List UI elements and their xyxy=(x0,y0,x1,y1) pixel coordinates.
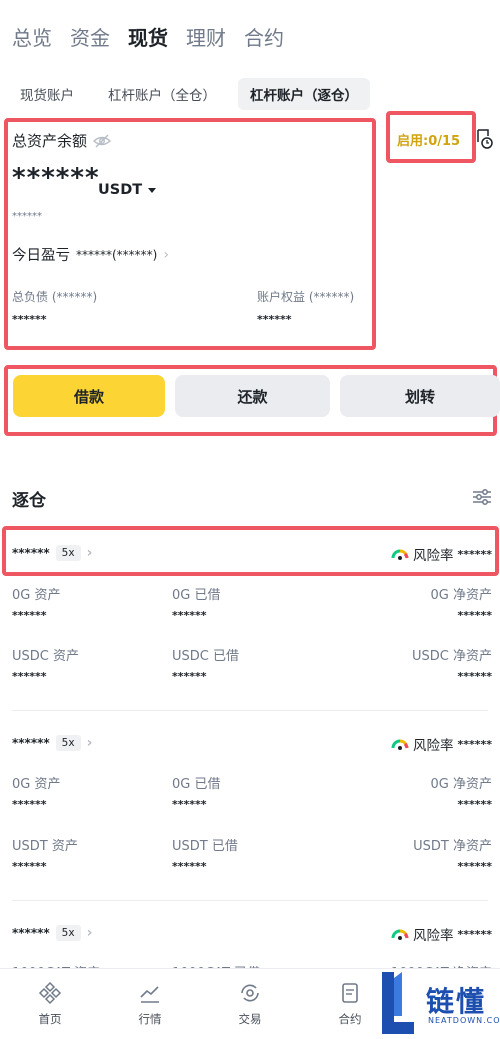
currency-label: USDT xyxy=(98,182,143,198)
home-icon xyxy=(38,981,62,1005)
pnl-label: 今日盈亏 xyxy=(12,248,70,264)
caret-down-icon xyxy=(148,187,157,193)
row-asset-label: USDT 资产 xyxy=(12,839,78,854)
divider xyxy=(12,900,488,901)
balance-sub-value: ****** xyxy=(12,211,42,222)
nav-label: 交易 xyxy=(238,1012,262,1026)
tab-earn[interactable]: 理财 xyxy=(186,22,226,51)
leverage-badge: 5x xyxy=(55,545,81,561)
enabled-count[interactable]: 启用:0/15 xyxy=(397,130,460,149)
balance-value: ****** xyxy=(12,163,100,193)
nav-label: 行情 xyxy=(138,1012,162,1026)
total-debt-value: ****** xyxy=(12,313,47,326)
row-asset-label: 0G 资产 xyxy=(12,588,61,603)
row-net-value: ****** xyxy=(457,860,492,873)
leverage-badge: 5x xyxy=(55,925,81,941)
subtab-spot-account[interactable]: 现货账户 xyxy=(8,78,86,110)
currency-selector[interactable]: USDT xyxy=(98,182,157,198)
row-borrowed-value: ****** xyxy=(172,609,207,622)
markets-icon xyxy=(140,986,159,1003)
transfer-button[interactable]: 划转 xyxy=(340,375,500,417)
row-borrowed-label: 0G 已借 xyxy=(172,588,221,603)
risk-ratio: 风险率 ****** xyxy=(391,924,492,944)
row-net-label: USDT 净资产 xyxy=(413,839,492,854)
risk-value: ****** xyxy=(457,737,492,751)
risk-gauge-icon xyxy=(391,739,409,750)
row-asset-value: ****** xyxy=(12,798,47,811)
pair-header[interactable]: ****** 5x › xyxy=(12,545,92,561)
pnl-value: ******(******) xyxy=(76,247,158,262)
equity-value: ****** xyxy=(257,313,292,326)
row-net-label: 0G 净资产 xyxy=(430,588,492,603)
nav-markets[interactable]: 行情 xyxy=(100,969,200,1039)
row-borrowed-label: USDC 已借 xyxy=(172,649,239,664)
row-net-value: ****** xyxy=(457,670,492,683)
history-icon[interactable] xyxy=(476,128,494,150)
risk-value: ****** xyxy=(457,927,492,941)
row-asset-label: USDC 资产 xyxy=(12,649,79,664)
risk-gauge-icon xyxy=(391,549,409,560)
top-tabs: 总览 资金 现货 理财 合约 xyxy=(0,0,500,72)
pair-header[interactable]: ****** 5x › xyxy=(12,925,92,941)
row-net-label: USDC 净资产 xyxy=(412,649,492,664)
tab-overview[interactable]: 总览 xyxy=(12,22,52,51)
total-balance-title: 总资产余额 xyxy=(12,130,112,151)
row-borrowed-value: ****** xyxy=(172,860,207,873)
row-net-value: ****** xyxy=(457,798,492,811)
filter-icon[interactable] xyxy=(472,487,492,507)
nav-label: 首页 xyxy=(38,1012,62,1026)
pair-name: ****** xyxy=(12,546,50,560)
risk-gauge-icon xyxy=(391,929,409,940)
chevron-right-icon: › xyxy=(86,545,93,561)
subtab-isolated-margin[interactable]: 杠杆账户（逐仓） xyxy=(238,78,370,110)
tab-spot[interactable]: 现货 xyxy=(128,22,168,51)
chevron-right-icon: › xyxy=(86,735,93,751)
pair-header[interactable]: ****** 5x › xyxy=(12,735,92,751)
watermark-l-icon xyxy=(382,972,414,1034)
risk-label: 风险率 xyxy=(412,548,454,564)
risk-ratio: 风险率 ****** xyxy=(391,544,492,564)
nav-label: 合约 xyxy=(338,1012,362,1026)
subtab-cross-margin[interactable]: 杠杆账户（全仓） xyxy=(96,78,228,110)
tab-funding[interactable]: 资金 xyxy=(70,22,110,51)
watermark-logo: 链懂 NEATDOWN.COM xyxy=(378,970,500,1036)
equity-label: 账户权益 (******) xyxy=(257,290,355,304)
divider xyxy=(12,710,488,711)
repay-button[interactable]: 还款 xyxy=(175,375,330,417)
row-asset-value: ****** xyxy=(12,609,47,622)
risk-label: 风险率 xyxy=(412,928,454,944)
leverage-badge: 5x xyxy=(55,735,81,751)
row-borrowed-label: 0G 已借 xyxy=(172,777,221,792)
nav-trade[interactable]: 交易 xyxy=(200,969,300,1039)
section-title: 逐仓 xyxy=(12,491,46,511)
row-net-label: 0G 净资产 xyxy=(430,777,492,792)
asset-card-highlight xyxy=(4,118,376,350)
chevron-right-icon: › xyxy=(86,925,93,941)
row-asset-value: ****** xyxy=(12,670,47,683)
today-pnl[interactable]: 今日盈亏 ******(******) › xyxy=(12,244,169,265)
chevron-right-icon: › xyxy=(163,246,169,263)
total-debt-label: 总负债 (******) xyxy=(12,290,98,304)
borrow-button[interactable]: 借款 xyxy=(13,375,165,417)
trade-icon xyxy=(241,984,259,1002)
row-net-value: ****** xyxy=(457,609,492,622)
watermark-text: 链懂 xyxy=(426,985,487,1018)
pair-name: ****** xyxy=(12,926,50,940)
tab-futures[interactable]: 合约 xyxy=(244,22,284,51)
total-balance-label: 总资产余额 xyxy=(12,132,88,150)
row-borrowed-label: USDT 已借 xyxy=(172,839,238,854)
row-borrowed-value: ****** xyxy=(172,670,207,683)
row-asset-value: ****** xyxy=(12,860,47,873)
risk-ratio: 风险率 ****** xyxy=(391,734,492,754)
row-asset-label: 0G 资产 xyxy=(12,777,61,792)
row-borrowed-value: ****** xyxy=(172,798,207,811)
watermark-sub: NEATDOWN.COM xyxy=(428,1016,500,1025)
futures-icon xyxy=(342,983,358,1003)
risk-label: 风险率 xyxy=(412,738,454,754)
risk-value: ****** xyxy=(457,547,492,561)
account-sub-tabs: 现货账户 杠杆账户（全仓） 杠杆账户（逐仓） xyxy=(8,78,370,110)
nav-home[interactable]: 首页 xyxy=(0,969,100,1039)
eye-hidden-icon[interactable] xyxy=(93,134,112,148)
pair-name: ****** xyxy=(12,736,50,750)
